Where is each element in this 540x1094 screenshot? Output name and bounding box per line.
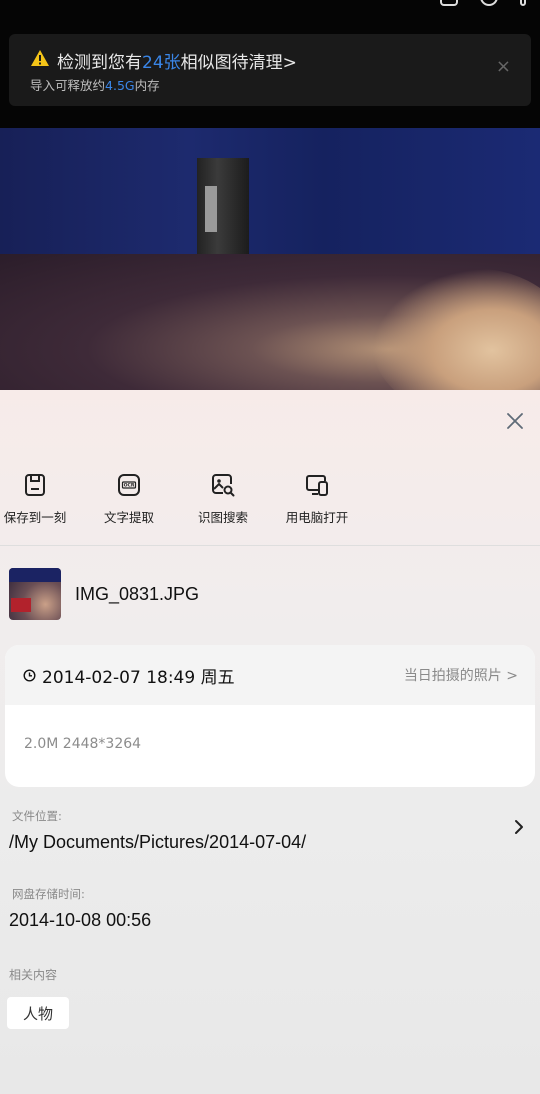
banner-size: 4.5G [105,78,135,93]
photo-preview[interactable] [0,128,540,390]
capture-datetime: 2014-02-07 18:49 周五 [23,663,235,688]
banner-close-icon[interactable]: × [496,58,511,76]
location-path[interactable]: /My Documents/Pictures/2014-07-04/ [9,832,306,853]
bookmark-icon[interactable] [480,0,498,6]
save-to-yike-button[interactable]: 保存到一刻 [0,472,82,526]
banner-title-post: 相似图待清理> [180,53,297,73]
related-label: 相关内容 [9,968,58,982]
top-bar: 检测到您有24张相似图待清理> 导入可释放约4.5G内存 × [0,0,540,128]
action-label: 用电脑打开 [285,510,349,525]
action-label: 文字提取 [103,510,154,525]
banner-count: 24张 [142,53,181,73]
image-search-icon [212,474,235,497]
action-row: 保存到一刻 OCR 文字提取 识图搜索 用电脑打开 [0,472,540,526]
same-day-photos-link[interactable]: 当日拍摄的照片 > [404,665,518,685]
photo-top [0,128,540,254]
open-on-computer-button[interactable]: 用电脑打开 [270,472,364,526]
photo-detail-light [205,186,217,232]
divider [0,545,540,546]
computer-icon [306,475,328,496]
ocr-extract-button[interactable]: OCR 文字提取 [82,472,176,526]
location-label: 文件位置: [12,809,62,823]
info-card: 2014-02-07 18:49 周五 当日拍摄的照片 > 2.0M 2448*… [5,645,535,787]
banner-subtitle: 导入可释放约4.5G内存 [30,75,160,94]
info-card-header: 2014-02-07 18:49 周五 当日拍摄的照片 > [5,645,535,705]
warning-icon [31,50,49,66]
close-icon[interactable] [506,412,524,430]
thumbnail-detail [9,568,61,582]
file-name: IMG_0831.JPG [75,583,200,604]
banner-title-pre: 检测到您有 [57,53,142,73]
share-icon[interactable] [440,0,458,6]
file-meta: 2.0M 2448*3264 [24,736,142,752]
file-thumbnail [9,568,61,620]
clock-icon [23,668,36,682]
tag-people[interactable]: 人物 [7,997,69,1029]
banner-sub-post: 内存 [134,78,160,93]
banner-sub-pre: 导入可释放约 [30,78,106,93]
storage-time-value: 2014-10-08 00:56 [9,910,152,930]
details-sheet: 保存到一刻 OCR 文字提取 识图搜索 用电脑打开 IMG_0831.JPG 2… [0,390,540,1094]
top-toolbar [440,0,526,6]
ocr-icon: OCR [118,474,140,496]
file-header: IMG_0831.JPG [9,568,199,620]
banner-title: 检测到您有24张相似图待清理> [57,48,297,73]
more-icon[interactable] [520,0,526,6]
thumbnail-detail [11,598,31,612]
action-label: 保存到一刻 [3,510,67,525]
svg-text:OCR: OCR [124,483,135,489]
image-search-button[interactable]: 识图搜索 [176,472,270,526]
storage-time-label: 网盘存储时间: [12,887,85,901]
similar-photos-banner[interactable]: 检测到您有24张相似图待清理> 导入可释放约4.5G内存 × [9,34,531,106]
save-icon [25,474,45,496]
chevron-right-icon[interactable] [513,818,525,836]
datetime-text: 2014-02-07 18:49 周五 [42,667,235,688]
action-label: 识图搜索 [197,510,248,525]
